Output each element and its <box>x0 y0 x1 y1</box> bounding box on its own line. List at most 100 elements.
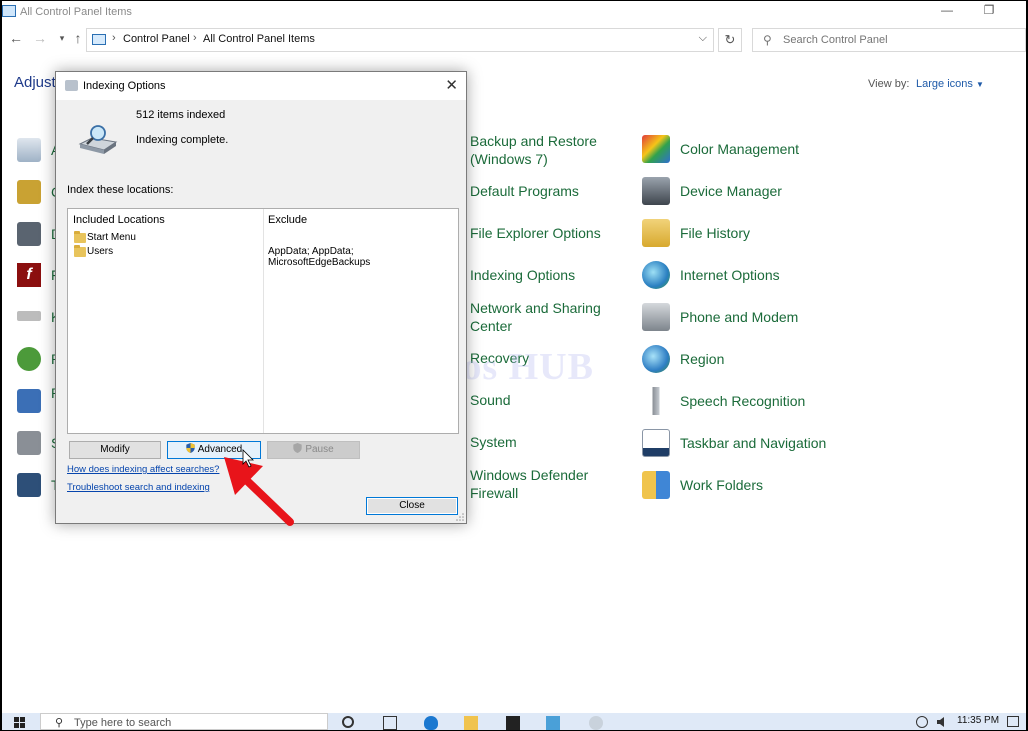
item-label: File History <box>680 225 751 241</box>
system-link[interactable]: System <box>470 433 517 451</box>
search-input[interactable] <box>783 32 1013 48</box>
search-box[interactable]: ⚲ <box>752 28 1026 52</box>
view-by-value: Large icons <box>916 78 973 90</box>
chevron-down-icon[interactable]: ⌵ <box>699 32 707 45</box>
restore-button[interactable]: ❐ <box>980 3 998 19</box>
dialog-title-bar: Indexing Options ✕ <box>56 72 466 100</box>
file-history-icon <box>642 219 670 247</box>
breadcrumb-separator-icon: › <box>112 32 116 44</box>
location-exclude: AppData; AppData; MicrosoftEdgeBackups <box>268 246 371 268</box>
microphone-icon <box>642 387 670 415</box>
color-management-item[interactable]: Color Management <box>642 135 799 163</box>
default-programs-link[interactable]: Default Programs <box>470 182 579 200</box>
devices-printers-icon[interactable] <box>17 222 41 246</box>
title-bar: All Control Panel Items — ❐ <box>2 1 1026 23</box>
notification-icon[interactable] <box>1007 716 1019 727</box>
item-label: Region <box>680 351 725 367</box>
modify-button[interactable]: Modify <box>69 441 161 459</box>
column-divider <box>263 209 264 433</box>
shield-icon <box>186 443 195 453</box>
minimize-button[interactable]: — <box>938 3 956 19</box>
troubleshoot-search-link[interactable]: Troubleshoot search and indexing <box>67 482 210 493</box>
locations-list[interactable]: Included Locations Exclude Start Menu Us… <box>67 208 459 434</box>
task-view-icon[interactable] <box>383 716 397 730</box>
breadcrumb-separator-icon: › <box>193 32 197 44</box>
programs-icon[interactable] <box>17 347 41 371</box>
pause-label: Pause <box>305 444 334 455</box>
file-explorer-icon[interactable] <box>464 716 478 730</box>
windows-defender-firewall-link[interactable]: Windows Defender Firewall <box>470 466 588 502</box>
phone-modem-item[interactable]: Phone and Modem <box>642 303 798 331</box>
sound-link[interactable]: Sound <box>470 391 510 409</box>
chevron-down-icon: ▼ <box>975 80 984 89</box>
how-indexing-affects-searches-link[interactable]: How does indexing affect searches? <box>67 464 219 475</box>
remote-app-icon[interactable] <box>17 389 41 413</box>
navigation-bar: ← → ▾ ↑ › Control Panel › All Control Pa… <box>2 23 1026 55</box>
storage-spaces-icon[interactable] <box>17 431 41 455</box>
taskbar-icon <box>642 429 670 457</box>
resize-grip-icon[interactable] <box>456 513 464 521</box>
control-panel-taskbar-icon[interactable] <box>546 716 560 730</box>
device-manager-item[interactable]: Device Manager <box>642 177 782 205</box>
included-locations-header[interactable]: Included Locations <box>73 214 165 226</box>
credential-icon[interactable] <box>17 180 41 204</box>
taskbar-navigation-item[interactable]: Taskbar and Navigation <box>642 429 826 457</box>
network-sharing-center-link[interactable]: Network and Sharing Center <box>470 299 601 335</box>
folder-icon <box>74 245 86 257</box>
color-management-icon <box>642 135 670 163</box>
internet-options-item[interactable]: Internet Options <box>642 261 780 289</box>
taskbar-search-box[interactable]: ⚲ Type here to search <box>40 713 328 730</box>
refresh-button[interactable]: ↻ <box>718 28 742 52</box>
recent-locations-chevron-icon[interactable]: ▾ <box>54 30 70 46</box>
breadcrumb-all-items[interactable]: All Control Panel Items <box>203 33 315 45</box>
forward-arrow-icon[interactable]: → <box>32 30 48 46</box>
pause-button[interactable]: Pause <box>267 441 360 459</box>
windows-start-icon[interactable] <box>14 717 26 729</box>
advanced-label: Advanced <box>197 444 243 455</box>
work-folders-item[interactable]: Work Folders <box>642 471 763 499</box>
store-icon[interactable] <box>506 716 520 730</box>
indexing-options-link[interactable]: Indexing Options <box>470 266 575 284</box>
edge-icon[interactable] <box>424 716 438 730</box>
file-history-item[interactable]: File History <box>642 219 750 247</box>
address-bar[interactable]: › Control Panel › All Control Panel Item… <box>86 28 714 52</box>
item-label: Taskbar and Navigation <box>680 435 827 451</box>
close-button[interactable]: Close <box>366 497 458 515</box>
items-indexed-count: 512 items indexed <box>136 109 226 121</box>
up-arrow-icon[interactable]: ↑ <box>70 30 86 46</box>
troubleshooting-icon[interactable] <box>17 473 41 497</box>
dialog-title: Indexing Options <box>83 80 166 92</box>
keyboard-icon[interactable] <box>17 311 41 321</box>
view-by-dropdown[interactable]: Large icons ▼ <box>916 78 984 90</box>
taskbar-clock[interactable]: 11:35 PM <box>957 715 999 726</box>
control-panel-window: All Control Panel Items — ❐ ← → ▾ ↑ › Co… <box>2 1 1026 730</box>
region-item[interactable]: Region <box>642 345 724 373</box>
region-icon <box>642 345 670 373</box>
item-label: Work Folders <box>680 477 763 493</box>
exclude-header[interactable]: Exclude <box>268 214 307 226</box>
item-label: Internet Options <box>680 267 780 283</box>
advanced-button[interactable]: Advanced <box>167 441 261 459</box>
indexing-status: Indexing complete. <box>136 134 229 146</box>
indexing-options-icon <box>65 80 78 91</box>
search-icon: ⚲ <box>763 33 772 47</box>
speech-recognition-item[interactable]: Speech Recognition <box>642 387 805 415</box>
item-label: Color Management <box>680 141 800 157</box>
flash-player-icon[interactable]: f <box>17 263 41 287</box>
volume-icon[interactable] <box>936 716 946 730</box>
item-label: Phone and Modem <box>680 309 799 325</box>
indexing-taskbar-icon[interactable] <box>589 716 603 730</box>
window-title: All Control Panel Items <box>20 6 132 18</box>
network-icon[interactable] <box>916 716 928 728</box>
shield-icon <box>293 443 302 453</box>
breadcrumb-control-panel[interactable]: Control Panel <box>123 33 190 45</box>
action-center-icon[interactable] <box>17 138 41 162</box>
taskbar: ⚲ Type here to search 11:35 PM <box>2 713 1026 730</box>
phone-modem-icon <box>642 303 670 331</box>
indexed-drive-icon <box>78 125 118 154</box>
file-explorer-options-link[interactable]: File Explorer Options <box>470 224 601 242</box>
close-icon[interactable]: ✕ <box>445 76 458 94</box>
backup-restore-link[interactable]: Backup and Restore (Windows 7) <box>470 132 597 168</box>
cortana-icon[interactable] <box>342 716 354 728</box>
back-arrow-icon[interactable]: ← <box>8 30 24 46</box>
